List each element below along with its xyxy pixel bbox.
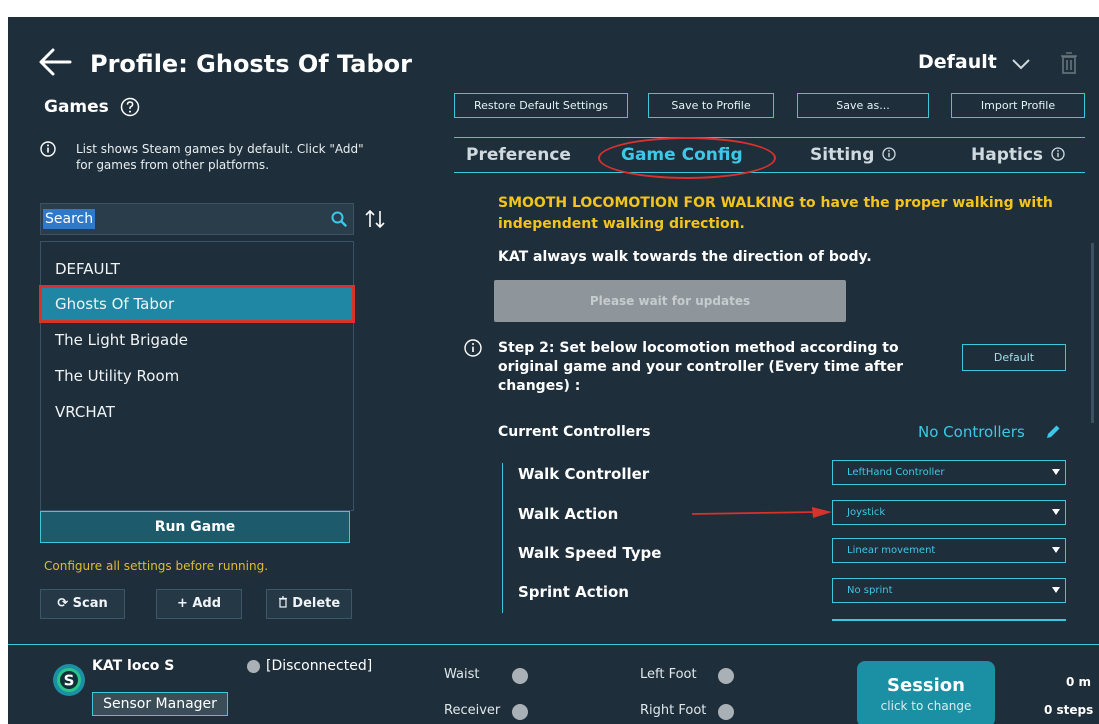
tab-preference[interactable]: Preference [466, 145, 571, 165]
walk-action-value: Joystick [847, 507, 886, 518]
walk-action-label: Walk Action [518, 505, 619, 523]
sort-icon[interactable] [364, 209, 386, 229]
chevron-down-icon[interactable] [1011, 57, 1031, 71]
svg-text:S: S [64, 672, 75, 690]
app-window: Profile: Ghosts Of Tabor Default Games L… [8, 17, 1099, 724]
trash-icon[interactable] [1060, 51, 1078, 75]
plus-icon: + [176, 596, 188, 611]
info-icon [882, 147, 897, 161]
scan-button[interactable]: ⟳ Scan [40, 589, 125, 619]
page-title: Profile: Ghosts Of Tabor [90, 50, 413, 78]
walk-controller-dropdown[interactable]: LeftHand Controller [832, 460, 1066, 485]
profile-dropdown[interactable]: Default [918, 51, 997, 73]
current-controllers-label: Current Controllers [498, 424, 651, 440]
session-button[interactable]: Session click to change [857, 661, 995, 724]
walk-action-dropdown[interactable]: Joystick [832, 500, 1066, 525]
sprint-action-dropdown[interactable]: No sprint [832, 578, 1066, 603]
back-arrow-icon[interactable] [38, 47, 72, 77]
smooth-locomotion-warning: SMOOTH LOCOMOTION FOR WALKING to have th… [498, 195, 1053, 232]
add-label: Add [192, 596, 222, 611]
add-button[interactable]: + Add [156, 589, 242, 619]
right-foot-status-dot [718, 704, 734, 720]
receiver-label: Receiver [444, 703, 501, 718]
search-icon[interactable] [331, 211, 347, 227]
next-dropdown-edge [832, 619, 1066, 621]
connection-status-dot [247, 660, 260, 673]
kat-walk-note: KAT always walk towards the direction of… [498, 249, 872, 265]
restore-default-button[interactable]: Restore Default Settings [454, 93, 628, 118]
tab-haptics[interactable]: Haptics [971, 145, 1065, 165]
search-selected-text: Search [43, 209, 96, 229]
configure-note: Configure all settings before running. [44, 559, 269, 573]
scan-label: Scan [72, 596, 108, 611]
right-foot-label: Right Foot [640, 703, 707, 718]
session-subtitle: click to change [880, 699, 972, 713]
kat-logo-icon: S [53, 664, 85, 696]
dropdown-arrow-icon [1052, 469, 1060, 475]
left-foot-status-dot [718, 668, 734, 684]
no-controllers-status: No Controllers [918, 423, 1025, 441]
walk-speed-type-dropdown[interactable]: Linear movement [832, 538, 1066, 563]
info-icon [40, 141, 56, 157]
session-title: Session [887, 675, 965, 696]
games-info-text: List shows Steam games by default. Click… [76, 142, 364, 172]
walk-controller-label: Walk Controller [518, 465, 650, 483]
red-arrow-annotation [692, 507, 832, 518]
tab-haptics-label: Haptics [971, 145, 1044, 165]
game-item-the-utility-room[interactable]: The Utility Room [41, 359, 353, 393]
game-list: DEFAULT Ghosts Of Tabor The Light Brigad… [39, 241, 355, 511]
tab-sitting-label: Sitting [810, 145, 875, 165]
sprint-action-label: Sprint Action [518, 583, 629, 601]
trash-small-icon [278, 596, 287, 608]
info-icon [464, 339, 482, 357]
waist-label: Waist [444, 667, 480, 682]
connection-status: [Disconnected] [266, 658, 373, 674]
walk-speed-type-value: Linear movement [847, 545, 936, 556]
search-box[interactable]: Search [40, 203, 354, 235]
waist-status-dot [512, 668, 528, 684]
walk-controller-value: LeftHand Controller [847, 467, 945, 478]
info-icon [1051, 147, 1065, 161]
distance-stat: 0 m [1066, 675, 1092, 689]
sprint-action-value: No sprint [847, 585, 893, 596]
game-item-vrchat[interactable]: VRCHAT [41, 395, 353, 429]
sensor-manager-button[interactable]: Sensor Manager [92, 692, 228, 716]
pencil-icon[interactable] [1044, 423, 1062, 441]
delete-label: Delete [292, 596, 341, 611]
tab-highlight-circle [598, 137, 776, 179]
default-button[interactable]: Default [962, 344, 1066, 371]
status-bar-border [8, 644, 1099, 645]
receiver-status-dot [512, 704, 528, 720]
tabs-top-border [454, 137, 1085, 138]
game-item-the-light-brigade[interactable]: The Light Brigade [41, 323, 353, 357]
config-scrollbar[interactable] [1091, 243, 1094, 423]
save-as-button[interactable]: Save as... [797, 93, 929, 118]
delete-button[interactable]: Delete [266, 589, 352, 619]
game-item-default[interactable]: DEFAULT [41, 252, 353, 286]
steps-stat: 0 steps [1044, 703, 1094, 717]
device-name: KAT loco S [92, 658, 175, 674]
game-item-ghosts-of-tabor[interactable]: Ghosts Of Tabor [39, 285, 355, 323]
dropdown-arrow-icon [1052, 587, 1060, 593]
step2-instructions: Step 2: Set below locomotion method acco… [498, 340, 903, 394]
tabs-bottom-border [454, 172, 1085, 173]
controller-group-line [502, 463, 503, 613]
please-wait-button: Please wait for updates [494, 280, 846, 322]
dropdown-arrow-icon [1052, 547, 1060, 553]
help-icon[interactable] [120, 97, 140, 117]
import-profile-button[interactable]: Import Profile [951, 93, 1085, 118]
refresh-icon: ⟳ [57, 596, 69, 611]
save-to-profile-button[interactable]: Save to Profile [648, 93, 774, 118]
games-title: Games [44, 97, 109, 117]
walk-speed-type-label: Walk Speed Type [518, 544, 662, 562]
left-foot-label: Left Foot [640, 667, 697, 682]
dropdown-arrow-icon [1052, 509, 1060, 515]
run-game-button[interactable]: Run Game [40, 511, 350, 543]
tab-sitting[interactable]: Sitting [810, 145, 897, 165]
